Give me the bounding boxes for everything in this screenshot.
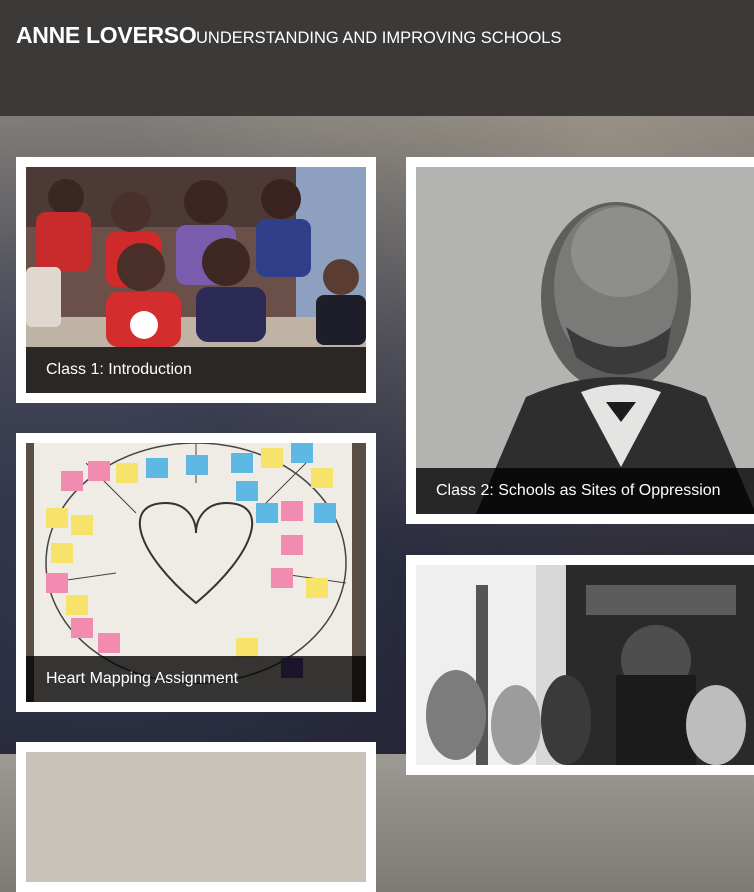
card-caption[interactable]: Class 2: Schools as Sites of Oppression (416, 468, 754, 514)
historic-portrait-photo[interactable]: Class 2: Schools as Sites of Oppression (416, 167, 754, 514)
site-title[interactable]: ANNE LOVERSO (16, 22, 197, 49)
card-caption[interactable]: Class 1: Introduction (26, 347, 366, 393)
heart-map-poster-photo[interactable]: Heart Mapping Assignment (26, 443, 366, 702)
card-caption[interactable]: Heart Mapping Assignment (26, 656, 366, 702)
post-card-historic-classroom[interactable] (406, 555, 754, 775)
post-card-heart-mapping[interactable]: Heart Mapping Assignment (16, 433, 376, 712)
post-card-partial[interactable] (16, 742, 376, 892)
historic-classroom-photo[interactable] (416, 565, 754, 765)
portrait-illustration (416, 167, 754, 514)
post-card-class-2[interactable]: Class 2: Schools as Sites of Oppression (406, 157, 754, 524)
site-header: ANNE LOVERSO UNDERSTANDING AND IMPROVING… (0, 0, 754, 116)
post-card-class-1[interactable]: Class 1: Introduction (16, 157, 376, 403)
classroom-children-photo[interactable]: Class 1: Introduction (26, 167, 366, 393)
site-tagline: UNDERSTANDING AND IMPROVING SCHOOLS (196, 29, 562, 47)
partially-visible-photo[interactable] (26, 752, 366, 882)
historic-classroom-illustration (416, 565, 754, 765)
